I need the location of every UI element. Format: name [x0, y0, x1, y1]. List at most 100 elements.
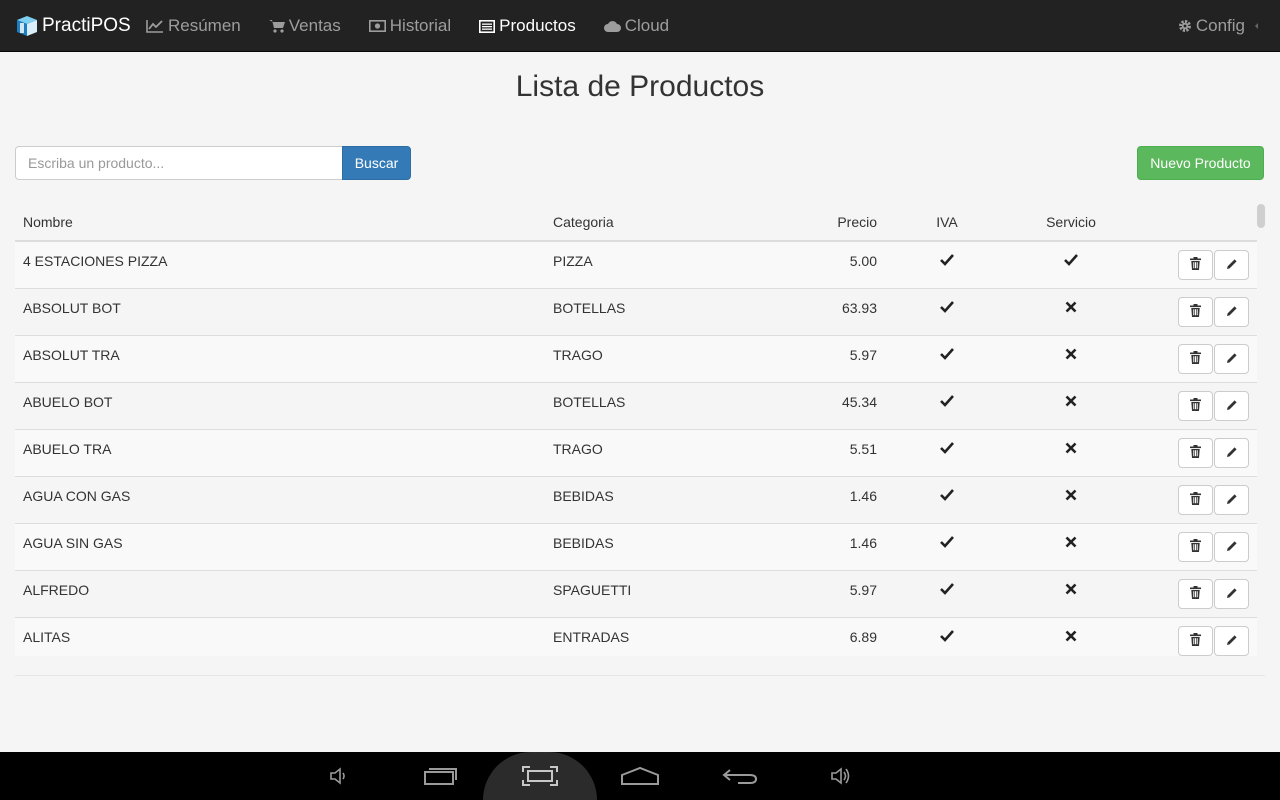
brand-name: PractiPOS	[42, 15, 131, 36]
edit-button[interactable]	[1214, 391, 1249, 421]
column-header-nombre: Nombre	[23, 214, 73, 230]
pencil-icon	[1226, 445, 1238, 461]
delete-button[interactable]	[1178, 391, 1213, 421]
page-title: Lista de Productos	[515, 70, 765, 103]
edit-button[interactable]	[1214, 344, 1249, 374]
product-price: 1.46	[849, 535, 877, 551]
pencil-icon	[1226, 351, 1238, 367]
edit-button[interactable]	[1214, 579, 1249, 609]
trash-icon	[1190, 257, 1201, 273]
check-icon	[935, 347, 959, 363]
trash-icon	[1190, 539, 1201, 555]
edit-button[interactable]	[1214, 532, 1249, 562]
pencil-icon	[1226, 257, 1238, 273]
product-name: AGUA CON GAS	[23, 488, 131, 504]
back-button[interactable]	[710, 752, 770, 800]
table-row[interactable]: AGUA CON GAS BEBIDAS 1.46	[15, 476, 1257, 523]
cloud-icon	[603, 21, 621, 32]
product-category: PIZZA	[553, 253, 593, 269]
trash-icon	[1190, 351, 1201, 367]
product-category: SPAGUETTI	[553, 582, 632, 598]
new-product-button[interactable]: Nuevo Producto	[1137, 146, 1264, 180]
delete-button[interactable]	[1178, 438, 1213, 468]
recent-apps-button[interactable]	[411, 752, 471, 800]
table-row[interactable]: ALITAS ENTRADAS 6.89	[15, 617, 1257, 656]
delete-button[interactable]	[1178, 344, 1213, 374]
nav-item-resumen[interactable]: Resúmen	[132, 0, 255, 52]
table-row[interactable]: AGUA SIN GAS BEBIDAS 1.46	[15, 523, 1257, 570]
table-row[interactable]: 4 ESTACIONES PIZZA PIZZA 5.00	[15, 241, 1257, 288]
product-name: 4 ESTACIONES PIZZA	[23, 253, 168, 269]
check-icon	[935, 441, 959, 457]
edit-button[interactable]	[1214, 438, 1249, 468]
trash-icon	[1190, 398, 1201, 414]
edit-button[interactable]	[1214, 485, 1249, 515]
list-alt-icon	[479, 19, 496, 33]
products-table: Nombre Categoria Precio IVA Servicio 4 E…	[15, 203, 1257, 656]
home-button[interactable]	[610, 752, 670, 800]
product-category: TRAGO	[553, 347, 603, 363]
cross-icon	[1059, 535, 1083, 551]
table-row[interactable]: ABUELO TRA TRAGO 5.51	[15, 429, 1257, 476]
top-navbar: PractiPOS Resúmen Ventas Historial Produ…	[0, 0, 1280, 52]
check-icon	[935, 394, 959, 410]
check-icon	[1059, 253, 1083, 269]
nav-item-cloud[interactable]: Cloud	[590, 0, 683, 52]
product-category: BOTELLAS	[553, 394, 626, 410]
product-price: 5.51	[849, 441, 877, 457]
edit-button[interactable]	[1214, 626, 1249, 656]
volume-up-button[interactable]	[810, 752, 870, 800]
product-category: BOTELLAS	[553, 300, 626, 316]
nav-label: Productos	[499, 16, 576, 35]
product-name: ABSOLUT BOT	[23, 300, 121, 316]
nav-item-historial[interactable]: Historial	[355, 0, 465, 52]
table-row[interactable]: ABSOLUT BOT BOTELLAS 63.93	[15, 288, 1257, 335]
product-name: ABUELO BOT	[23, 394, 113, 410]
pencil-icon	[1226, 398, 1238, 414]
nav-item-ventas[interactable]: Ventas	[255, 0, 355, 52]
check-icon	[935, 629, 959, 645]
delete-button[interactable]	[1178, 626, 1213, 656]
cross-icon	[1059, 488, 1083, 504]
delete-button[interactable]	[1178, 532, 1213, 562]
column-header-iva: IVA	[936, 214, 958, 230]
edit-button[interactable]	[1214, 250, 1249, 280]
table-row[interactable]: ALFREDO SPAGUETTI 5.97	[15, 570, 1257, 617]
delete-button[interactable]	[1178, 579, 1213, 609]
product-price: 5.97	[849, 347, 877, 363]
caret-left-icon	[1255, 23, 1258, 29]
nav-item-productos[interactable]: Productos	[465, 0, 590, 52]
nav-label: Historial	[389, 16, 452, 35]
nav-label: Resúmen	[168, 16, 241, 35]
product-category: TRAGO	[553, 441, 603, 457]
delete-button[interactable]	[1178, 297, 1213, 327]
product-name: AGUA SIN GAS	[23, 535, 123, 551]
money-icon	[368, 20, 386, 32]
cross-icon	[1059, 441, 1083, 457]
brand[interactable]: PractiPOS	[15, 14, 131, 38]
delete-button[interactable]	[1178, 250, 1213, 280]
config-label: Config	[1195, 16, 1245, 35]
cross-icon	[1059, 394, 1083, 410]
pencil-icon	[1226, 539, 1238, 555]
screenshot-button[interactable]	[510, 752, 570, 800]
table-row[interactable]: ABUELO BOT BOTELLAS 45.34	[15, 382, 1257, 429]
table-scrollbar[interactable]	[1257, 204, 1265, 228]
table-row[interactable]: ABSOLUT TRA TRAGO 5.97	[15, 335, 1257, 382]
check-icon	[935, 535, 959, 551]
product-price: 45.34	[841, 394, 877, 410]
delete-button[interactable]	[1178, 485, 1213, 515]
pencil-icon	[1226, 633, 1238, 649]
pencil-icon	[1226, 586, 1238, 602]
product-price: 6.89	[849, 629, 877, 645]
edit-button[interactable]	[1214, 297, 1249, 327]
search-input[interactable]	[15, 146, 343, 180]
search-button[interactable]: Buscar	[342, 146, 411, 180]
check-icon	[935, 253, 959, 269]
trash-icon	[1190, 445, 1201, 461]
config-menu[interactable]: Config	[1178, 0, 1258, 52]
divider	[15, 675, 1265, 676]
trash-icon	[1190, 304, 1201, 320]
product-name: ABSOLUT TRA	[23, 347, 120, 363]
volume-down-button[interactable]	[309, 752, 369, 800]
